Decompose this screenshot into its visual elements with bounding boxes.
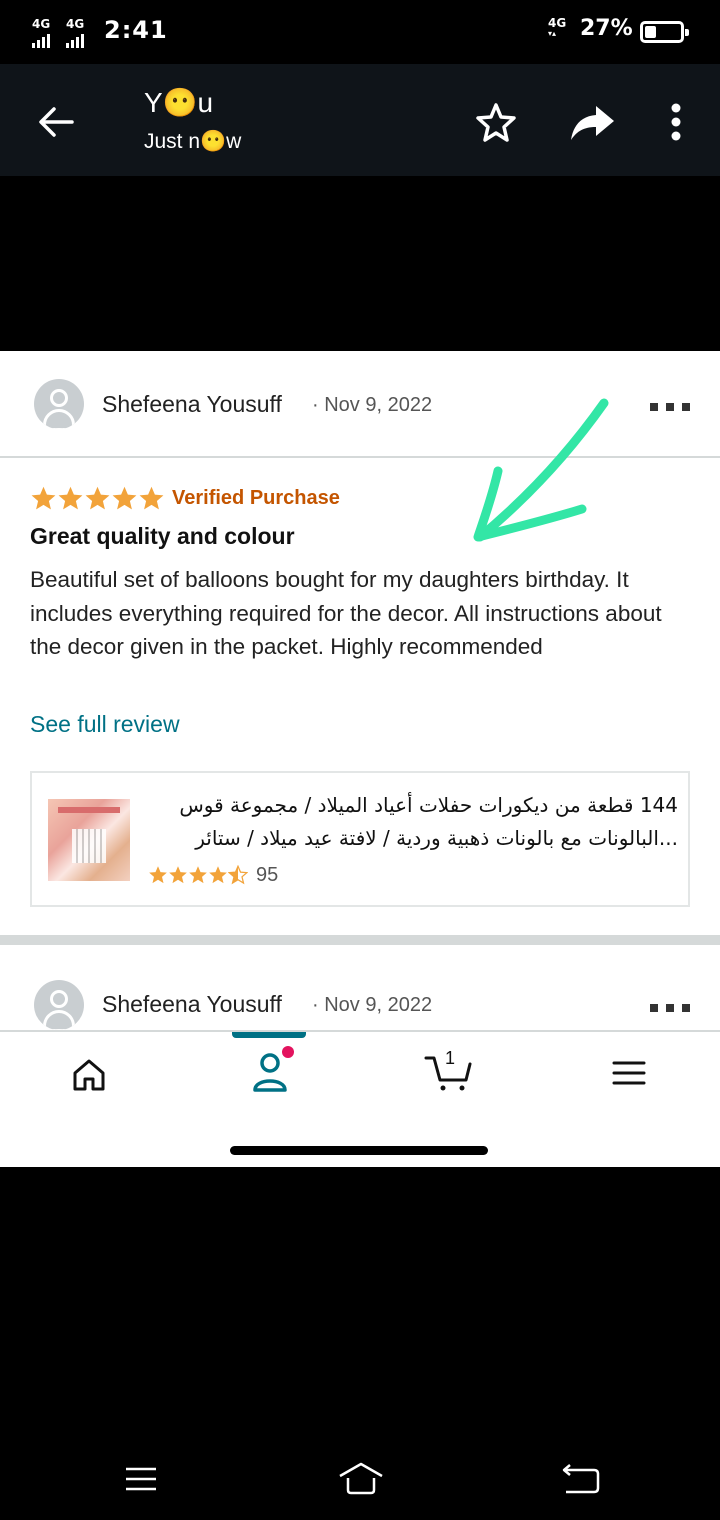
product-thumbnail[interactable] — [48, 799, 130, 881]
avatar — [34, 980, 84, 1030]
star-icon[interactable] — [474, 100, 518, 144]
product-title[interactable]: 144 قطعة من ديكورات حفلات أعياد الميلاد … — [148, 789, 678, 855]
network-type-1: 4G — [32, 17, 51, 31]
status-time: 2:41 — [104, 16, 168, 44]
product-card[interactable]: 144 قطعة من ديكورات حفلات أعياد الميلاد … — [30, 771, 690, 907]
review-title: Great quality and colour — [30, 523, 295, 549]
reviewer-name[interactable]: Shefeena Yousuff — [102, 391, 282, 418]
product-rating-stars — [148, 864, 249, 890]
notification-dot — [282, 1046, 294, 1058]
review-rating-stars — [30, 485, 165, 513]
home-icon[interactable] — [70, 1056, 108, 1094]
review-more-icon[interactable] — [650, 1004, 692, 1014]
system-navigation-bar — [0, 1430, 720, 1520]
battery-percent: 27% — [580, 16, 633, 41]
review-more-icon[interactable] — [650, 403, 692, 413]
recent-apps-icon[interactable] — [124, 1466, 158, 1492]
chat-title: Y😶u — [144, 87, 214, 118]
battery-icon — [640, 21, 689, 43]
chat-subtitle: Just n😶w — [144, 130, 242, 153]
cart-count-badge: 1 — [445, 1048, 456, 1068]
more-options-icon[interactable] — [662, 100, 690, 144]
forward-share-icon[interactable] — [568, 100, 616, 144]
product-rating-count: 95 — [256, 864, 279, 886]
section-separator — [0, 935, 720, 945]
active-tab-indicator — [232, 1032, 306, 1038]
verified-purchase-badge: Verified Purchase — [172, 487, 340, 509]
reviewer-name[interactable]: Shefeena Yousuff — [102, 991, 282, 1018]
system-back-icon[interactable] — [560, 1464, 600, 1494]
back-arrow-icon[interactable] — [34, 100, 78, 144]
message-toolbar: Y😶u Just n😶w — [0, 64, 720, 176]
gesture-home-bar[interactable] — [230, 1146, 488, 1155]
green-arrow-annotation — [473, 398, 609, 542]
review-body: Beautiful set of balloons bought for my … — [30, 567, 662, 659]
see-full-review-link[interactable]: See full review — [30, 711, 180, 738]
avatar — [34, 379, 84, 429]
system-home-icon[interactable] — [336, 1460, 386, 1496]
network-type-2: 4G — [66, 17, 85, 31]
status-bar: 4G 4G 2:41 4G ▾▴ 27% — [0, 0, 720, 64]
app-bottom-nav: 1 — [0, 1030, 720, 1167]
hamburger-menu-icon[interactable] — [612, 1058, 646, 1088]
review-date: · Nov 9, 2022 — [312, 994, 433, 1016]
review-date: · Nov 9, 2022 — [312, 394, 433, 416]
data-network-icon: 4G ▾▴ — [548, 16, 567, 38]
